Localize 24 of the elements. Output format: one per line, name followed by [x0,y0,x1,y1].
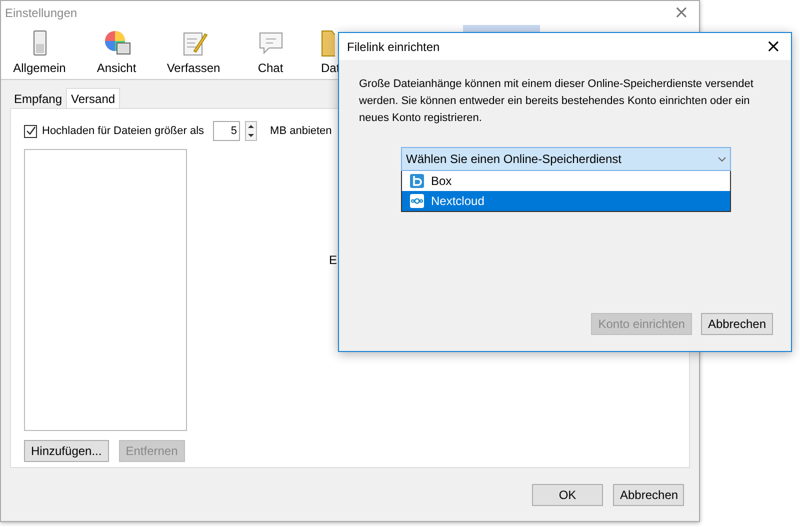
checkbox-label: Hochladen für Dateien größer als [42,125,204,137]
panel-text: E [329,253,338,267]
window-title: Einstellungen [5,6,78,20]
spinner-arrows-icon[interactable] [245,121,258,141]
rings-icon [410,194,424,208]
checkbox[interactable] [24,124,37,138]
tab[interactable]: Versand [66,88,120,108]
button[interactable]: Abbrechen [700,313,773,335]
color-wheel-icon [102,29,130,57]
button[interactable]: Hinzufügen... [24,440,109,462]
close-button[interactable]: × [762,38,785,56]
dialog-title: Filelink einrichten [347,40,440,54]
number-field[interactable]: 5 [213,121,240,141]
dropdown-option[interactable]: Nextcloud [402,191,730,211]
button[interactable]: Abbrechen [613,484,684,506]
close-button[interactable]: × [670,4,693,22]
tab[interactable]: Empfang [10,90,66,108]
unit-label: MB anbieten [270,125,332,137]
letter-b-icon [410,174,424,188]
dropdown[interactable]: Wählen Sie einen Online-Speicherdienst [401,147,731,171]
chevron-icon [718,156,726,162]
folder-icon [321,29,335,57]
button[interactable]: OK [532,484,603,506]
description-text: Große Dateianhänge können mit einem dieser Online-Speicherdienste versendet werden. Sie können entweder ein bereits bestehendes Konto einrichten oder ein neues Konto registrieren. [359,77,754,126]
